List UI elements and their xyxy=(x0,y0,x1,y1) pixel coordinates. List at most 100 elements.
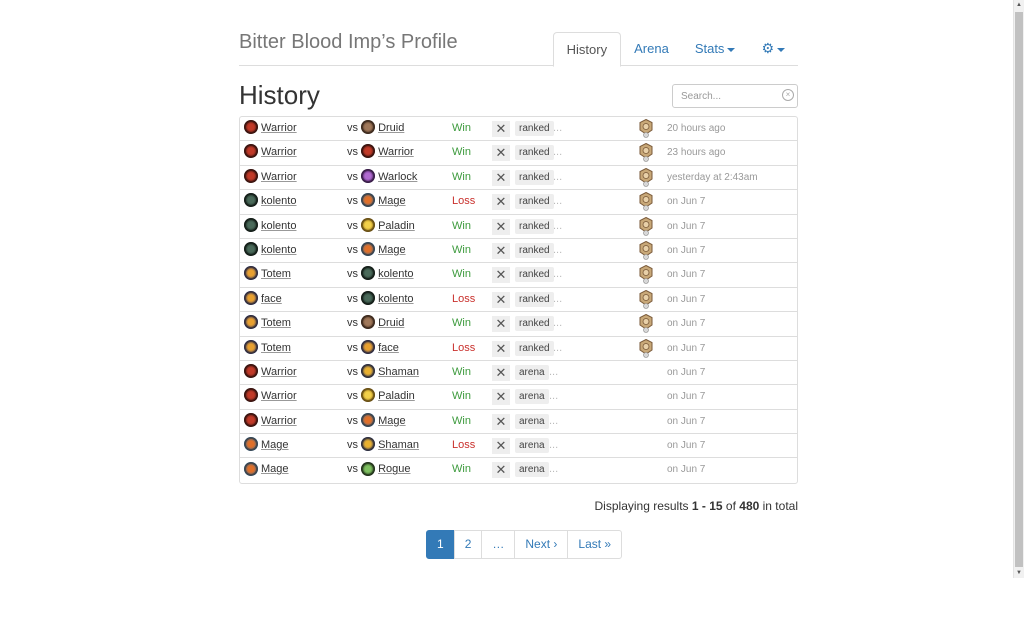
more-dots[interactable]: ... xyxy=(553,190,562,213)
crossed-swords-icon[interactable]: ✕ xyxy=(492,194,510,211)
tab-arena[interactable]: Arena xyxy=(621,32,682,65)
crossed-swords-icon[interactable]: ✕ xyxy=(492,121,510,137)
opponent-link[interactable]: Shaman xyxy=(378,439,419,451)
hero-link[interactable]: Warrior xyxy=(261,366,297,378)
crossed-swords-icon[interactable]: ✕ xyxy=(492,218,510,235)
page-1-button[interactable]: 1 xyxy=(426,530,455,559)
crossed-swords-icon[interactable]: ✕ xyxy=(492,340,510,357)
mode-badge: ranked xyxy=(515,316,554,332)
crossed-swords-icon[interactable]: ✕ xyxy=(492,364,510,381)
hero-link[interactable]: Totem xyxy=(261,268,291,280)
opponent-link[interactable]: Mage xyxy=(378,415,406,427)
next-page-button[interactable]: Next › xyxy=(514,530,569,559)
more-dots[interactable]: ... xyxy=(553,288,562,311)
vs-label: vs xyxy=(347,439,358,452)
more-dots[interactable]: ... xyxy=(549,410,558,433)
opponent-link[interactable]: kolento xyxy=(378,293,413,305)
hero-link[interactable]: Mage xyxy=(261,439,289,451)
opponent-link[interactable]: kolento xyxy=(378,268,413,280)
hero-cell: Warrior xyxy=(244,385,297,408)
hero-link[interactable]: Warrior xyxy=(261,390,297,402)
table-row: Warrior vs Shaman Win ✕ arena ... on Jun… xyxy=(240,361,797,386)
clear-search-icon[interactable]: × xyxy=(782,89,794,101)
crossed-swords-icon[interactable]: ✕ xyxy=(492,145,510,162)
dots-text: ... xyxy=(553,122,563,134)
vs-label: vs xyxy=(347,219,358,232)
crossed-swords-icon[interactable]: ✕ xyxy=(492,291,510,308)
last-page-button[interactable]: Last » xyxy=(567,530,623,559)
more-dots[interactable]: ... xyxy=(553,166,562,189)
timestamp: on Jun 7 xyxy=(667,196,706,208)
rank-medal-icon xyxy=(639,240,653,260)
tab-history[interactable]: History xyxy=(552,32,622,67)
table-row: Totem vs Druid Win ✕ ranked ... on Jun 7 xyxy=(240,312,797,337)
mode-badge: arena xyxy=(515,389,549,405)
more-dots[interactable]: ... xyxy=(553,215,562,238)
more-dots[interactable]: ... xyxy=(549,361,558,384)
hero-link[interactable]: Warrior xyxy=(261,122,297,134)
tab-stats[interactable]: Stats xyxy=(682,32,749,65)
settings-dropdown[interactable]: ⚙ xyxy=(748,32,798,65)
more-dots[interactable]: ... xyxy=(553,141,562,164)
scrollbar[interactable]: ▲ ▼ xyxy=(1013,0,1024,578)
opponent-cell: vs kolento xyxy=(347,288,414,311)
crossed-swords-icon[interactable]: ✕ xyxy=(492,413,510,430)
page-gap[interactable]: … xyxy=(481,530,516,559)
caret-down-icon xyxy=(777,47,785,52)
scrollbar-thumb[interactable] xyxy=(1015,12,1023,567)
opponent-link[interactable]: Paladin xyxy=(378,390,415,402)
hero-link[interactable]: kolento xyxy=(261,195,296,207)
hero-cell: kolento xyxy=(244,215,296,238)
timestamp: on Jun 7 xyxy=(667,220,706,232)
opponent-link[interactable]: face xyxy=(378,342,399,354)
hero-cell: Totem xyxy=(244,312,291,335)
more-dots[interactable]: ... xyxy=(553,117,562,140)
hero-link[interactable]: kolento xyxy=(261,220,296,232)
opponent-link[interactable]: Paladin xyxy=(378,220,415,232)
more-dots[interactable]: ... xyxy=(549,385,558,408)
rank-medal-icon xyxy=(639,143,653,163)
scroll-up-arrow-icon[interactable]: ▲ xyxy=(1014,0,1024,10)
dots-text: ... xyxy=(549,390,559,403)
search-input[interactable] xyxy=(672,84,798,108)
opponent-class-icon xyxy=(361,193,376,208)
more-dots[interactable]: ... xyxy=(553,263,562,286)
result-label: Loss xyxy=(452,439,476,452)
hero-link[interactable]: Mage xyxy=(261,463,289,475)
crossed-swords-icon[interactable]: ✕ xyxy=(492,242,510,259)
hero-link[interactable]: Warrior xyxy=(261,415,297,427)
hero-link[interactable]: Totem xyxy=(261,317,291,329)
opponent-link[interactable]: Druid xyxy=(378,317,404,329)
hero-link[interactable]: face xyxy=(261,293,282,305)
opponent-link[interactable]: Rogue xyxy=(378,463,410,475)
opponent-link[interactable]: Mage xyxy=(378,244,406,256)
crossed-swords-icon[interactable]: ✕ xyxy=(492,389,510,406)
hero-link[interactable]: Totem xyxy=(261,342,291,354)
hero-link[interactable]: kolento xyxy=(261,244,296,256)
result-label: Win xyxy=(452,243,471,256)
timestamp: on Jun 7 xyxy=(667,391,706,403)
hero-link[interactable]: Warrior xyxy=(261,146,297,158)
status-suffix: in total xyxy=(759,499,798,513)
more-dots[interactable]: ... xyxy=(549,434,558,457)
page-2-button[interactable]: 2 xyxy=(453,530,483,559)
crossed-swords-icon[interactable]: ✕ xyxy=(492,462,510,479)
more-dots[interactable]: ... xyxy=(553,337,562,360)
more-dots[interactable]: ... xyxy=(553,312,562,335)
opponent-link[interactable]: Druid xyxy=(378,122,404,134)
opponent-link[interactable]: Mage xyxy=(378,195,406,207)
opponent-link[interactable]: Shaman xyxy=(378,366,419,378)
more-dots[interactable]: ... xyxy=(553,239,562,262)
opponent-link[interactable]: Warlock xyxy=(378,171,417,183)
more-dots[interactable]: ... xyxy=(549,458,558,481)
results-status: Displaying results 1 - 15 of 480 in tota… xyxy=(595,499,798,513)
result-label: Win xyxy=(452,122,471,134)
crossed-swords-icon[interactable]: ✕ xyxy=(492,267,510,284)
hero-link[interactable]: Warrior xyxy=(261,171,297,183)
scroll-down-arrow-icon[interactable]: ▼ xyxy=(1014,568,1024,578)
crossed-swords-icon[interactable]: ✕ xyxy=(492,438,510,455)
opponent-link[interactable]: Warrior xyxy=(378,146,414,158)
crossed-swords-icon[interactable]: ✕ xyxy=(492,316,510,333)
hero-class-icon xyxy=(244,339,258,354)
crossed-swords-icon[interactable]: ✕ xyxy=(492,169,510,186)
